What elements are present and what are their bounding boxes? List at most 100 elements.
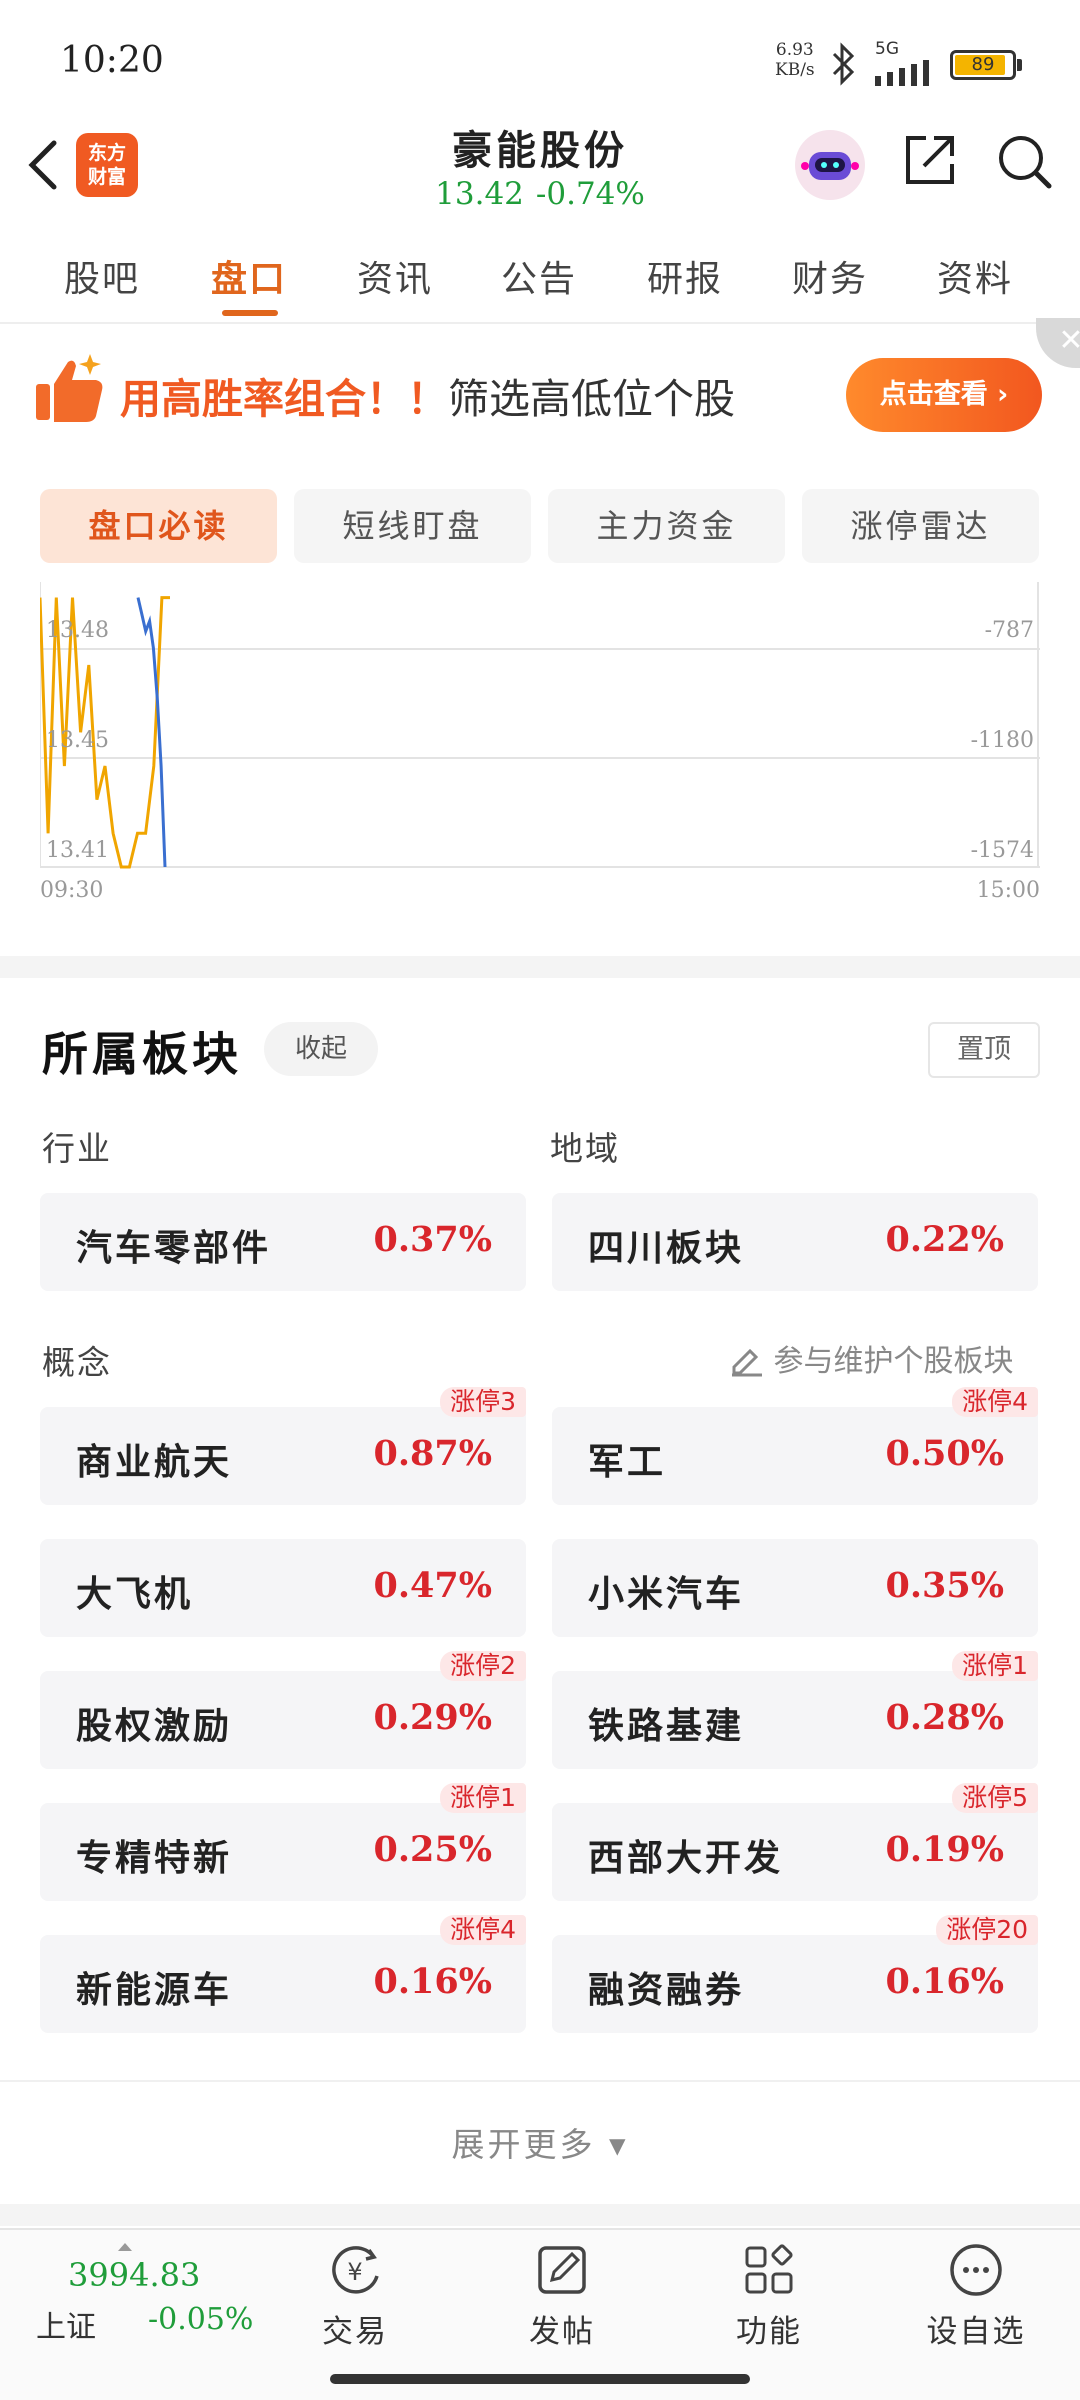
limit-up-badge: 涨停5: [952, 1783, 1038, 1813]
index-value[interactable]: 3994.83: [68, 2256, 200, 2294]
signal-icon: 5G: [875, 40, 941, 92]
tab-guba[interactable]: 股吧: [52, 250, 152, 302]
concept-card[interactable]: 融资融券 0.16% 涨停20: [552, 1915, 1038, 2033]
sector-change: 0.29%: [373, 1697, 492, 1738]
concept-label: 概念: [42, 1343, 112, 1382]
active-tab-indicator: [222, 310, 278, 316]
svg-text:¥: ¥: [347, 2258, 362, 2286]
thumbs-up-icon: [32, 350, 108, 430]
concept-card[interactable]: 商业航天 0.87% 涨停3: [40, 1387, 526, 1505]
app-logo[interactable]: 东方财富: [76, 133, 138, 197]
sector-card-region[interactable]: 四川板块 0.22%: [552, 1193, 1038, 1291]
nav-label: 发帖: [529, 2314, 595, 2350]
nav-trade[interactable]: ¥: [290, 2240, 420, 2304]
section-divider: [0, 2080, 1080, 2082]
tab-news[interactable]: 资讯: [345, 250, 445, 302]
back-button[interactable]: [22, 135, 62, 195]
apps-icon: [745, 2244, 793, 2294]
sector-name: 军工: [588, 1442, 667, 1483]
limit-up-badge: 涨停3: [440, 1387, 526, 1417]
limit-up-badge: 涨停4: [952, 1387, 1038, 1417]
concept-card[interactable]: 铁路基建 0.28% 涨停1: [552, 1651, 1038, 1769]
sector-name: 四川板块: [588, 1228, 745, 1269]
subtab-short-term[interactable]: 短线盯盘: [294, 489, 531, 563]
y-tick-left: 13.48: [46, 618, 109, 643]
sector-name: 西部大开发: [588, 1838, 784, 1879]
industry-label: 行业: [42, 1129, 112, 1168]
sector-change: 0.25%: [373, 1829, 492, 1870]
section-title: 所属板块: [42, 1027, 242, 1081]
nav-label: 交易: [322, 2314, 388, 2350]
tab-profile[interactable]: 资料: [925, 250, 1025, 302]
trade-icon: ¥: [332, 2246, 379, 2294]
nav-add-watchlist[interactable]: [911, 2240, 1041, 2304]
stock-price: 13.42: [435, 176, 524, 212]
tab-bar: 股吧 盘口 资讯 公告 研报 财务 资料: [0, 232, 1080, 324]
maintain-sectors-link[interactable]: 参与维护个股板块: [728, 1336, 1014, 1380]
share-icon: [906, 136, 954, 184]
tab-announcements[interactable]: 公告: [489, 250, 589, 302]
concept-card[interactable]: 小米汽车 0.35%: [552, 1539, 1038, 1637]
tab-research[interactable]: 研报: [635, 250, 735, 302]
sector-name: 商业航天: [76, 1442, 233, 1483]
caret-up-icon: [118, 2236, 132, 2251]
y-tick-left: 13.41: [46, 838, 109, 863]
subtab-limit-radar[interactable]: 涨停雷达: [802, 489, 1039, 563]
limit-up-badge: 涨停4: [440, 1915, 526, 1945]
post-icon: [538, 2246, 586, 2294]
sector-name: 股权激励: [76, 1706, 233, 1747]
subtab-main-funds[interactable]: 主力资金: [548, 489, 785, 563]
concept-card[interactable]: 专精特新 0.25% 涨停1: [40, 1783, 526, 1901]
tab-pankou[interactable]: 盘口: [199, 250, 299, 302]
net-speed: 6.93 KB/s: [775, 40, 815, 80]
nav-label: 功能: [736, 2314, 802, 2350]
search-button[interactable]: [995, 132, 1055, 196]
pin-top-button[interactable]: 置顶: [928, 1022, 1040, 1078]
subtab-must-read[interactable]: 盘口必读: [40, 489, 277, 563]
y-tick-right: -1180: [970, 728, 1034, 753]
stock-change: -0.74%: [535, 176, 645, 212]
sector-name: 新能源车: [76, 1970, 233, 2011]
index-change[interactable]: -0.05%: [148, 2302, 253, 2337]
limit-up-badge: 涨停1: [440, 1783, 526, 1813]
section-divider: [0, 956, 1080, 978]
sector-name: 融资融券: [588, 1970, 745, 2011]
tab-finance[interactable]: 财务: [780, 250, 880, 302]
sector-change: 0.16%: [885, 1961, 1004, 2002]
limit-up-badge: 涨停2: [440, 1651, 526, 1681]
stock-quote: 13.42 -0.74%: [340, 176, 740, 212]
intraday-chart[interactable]: 13.48 13.45 13.41 -787 -1180 -1574 09:30…: [40, 582, 1040, 912]
ai-assistant-avatar[interactable]: [795, 130, 865, 200]
home-indicator: [330, 2374, 750, 2384]
nav-post[interactable]: [497, 2240, 627, 2304]
search-icon: [999, 136, 1052, 189]
sector-change: 0.35%: [885, 1565, 1004, 1606]
x-tick: 09:30: [40, 878, 104, 903]
battery-icon: 89: [950, 50, 1016, 80]
sector-name: 汽车零部件: [76, 1228, 272, 1269]
bluetooth-icon: [826, 42, 860, 90]
y-tick-right: -1574: [970, 838, 1034, 863]
sector-change: 0.16%: [373, 1961, 492, 2002]
concept-card[interactable]: 军工 0.50% 涨停4: [552, 1387, 1038, 1505]
expand-more-button[interactable]: 展开更多 ▾: [0, 2118, 1080, 2166]
concept-card[interactable]: 西部大开发 0.19% 涨停5: [552, 1783, 1038, 1901]
concept-card[interactable]: 新能源车 0.16% 涨停4: [40, 1915, 526, 2033]
sector-change: 0.28%: [885, 1697, 1004, 1738]
sector-name: 专精特新: [76, 1838, 233, 1879]
sector-change: 0.19%: [885, 1829, 1004, 1870]
collapse-button[interactable]: 收起: [264, 1022, 378, 1076]
share-button[interactable]: [902, 132, 958, 192]
index-name[interactable]: 上证: [36, 2302, 96, 2346]
x-tick: 15:00: [976, 878, 1040, 903]
sector-card-industry[interactable]: 汽车零部件 0.37%: [40, 1193, 526, 1291]
sector-change: 0.87%: [373, 1433, 492, 1474]
concept-card[interactable]: 股权激励 0.29% 涨停2: [40, 1651, 526, 1769]
sector-name: 大飞机: [76, 1574, 194, 1615]
nav-functions[interactable]: [704, 2240, 834, 2304]
concept-card[interactable]: 大飞机 0.47%: [40, 1539, 526, 1637]
limit-up-badge: 涨停1: [952, 1651, 1038, 1681]
banner-view-button[interactable]: 点击查看 ›: [846, 358, 1042, 432]
sector-change: 0.50%: [885, 1433, 1004, 1474]
sector-name: 小米汽车: [588, 1574, 745, 1615]
